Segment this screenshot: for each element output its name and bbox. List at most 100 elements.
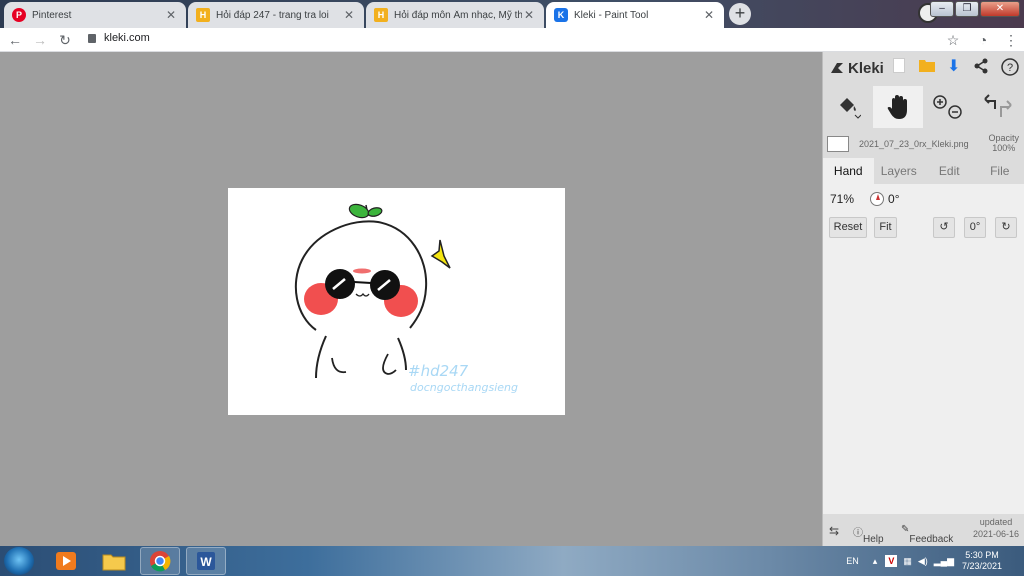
rotate-right-button[interactable]: ↻: [995, 217, 1017, 238]
tray-expand-icon[interactable]: ▴: [873, 556, 878, 567]
hoidap-icon: H: [374, 8, 388, 22]
new-file-icon[interactable]: [893, 58, 905, 78]
hand-tool[interactable]: [873, 86, 923, 128]
pinterest-icon: P: [12, 8, 26, 22]
lock-icon: [88, 33, 96, 43]
opacity-value: 100%: [992, 143, 1016, 153]
svg-text:?: ?: [1007, 62, 1013, 74]
kleki-logo-icon: [831, 63, 843, 73]
compass-icon[interactable]: [870, 192, 885, 206]
forward-icon[interactable]: →: [31, 31, 49, 49]
watermark-line1: #hd247: [408, 362, 469, 380]
tab-title: Pinterest: [32, 9, 72, 21]
menu-icon[interactable]: ⋮: [1002, 31, 1020, 49]
paint-bucket-icon: [840, 98, 861, 119]
body-left: [315, 335, 327, 379]
panel-tabs: Hand Layers Edit File: [823, 158, 1024, 184]
new-tab-button[interactable]: +: [729, 3, 751, 25]
layer-file-row[interactable]: 2021_07_23_0rx_Kleki.png Opacity 100%: [823, 132, 1024, 158]
close-icon[interactable]: ✕: [702, 8, 716, 22]
open-folder-icon[interactable]: [919, 58, 935, 77]
tab-layers[interactable]: Layers: [874, 158, 925, 184]
minimize-icon[interactable]: –: [930, 1, 954, 17]
url-text: kleki.com: [104, 32, 150, 44]
volume-icon[interactable]: ◀): [918, 556, 928, 567]
rotation-value: 0°: [888, 192, 900, 206]
layer-thumbnail[interactable]: [827, 136, 849, 152]
tab-hoidap-247[interactable]: H Hỏi đáp 247 - trang tra loi ✕: [188, 2, 364, 28]
window-close-icon[interactable]: ✕: [980, 1, 1020, 17]
back-icon[interactable]: ←: [6, 31, 24, 49]
tool-row: [823, 86, 1024, 128]
tab-title: Hỏi đáp môn Âm nhạc, Mỹ thuật: [394, 9, 522, 21]
file-name: 2021_07_23_0rx_Kleki.png: [859, 139, 969, 149]
feedback-link[interactable]: ✎ Feedback: [901, 524, 953, 545]
tab-hand[interactable]: Hand: [823, 158, 874, 184]
tab-title: Hỏi đáp 247 - trang tra loi: [216, 9, 329, 21]
network-icon[interactable]: ▦: [903, 556, 912, 567]
media-player-icon[interactable]: [46, 547, 86, 575]
bookmark-star-icon[interactable]: ☆: [944, 31, 962, 49]
drawing-canvas[interactable]: #hd247 docngocthangsieng: [228, 188, 565, 415]
sprout-leaf-left: [348, 203, 370, 219]
word-icon[interactable]: W: [186, 547, 226, 575]
tab-hoidap-amnhac[interactable]: H Hỏi đáp môn Âm nhạc, Mỹ thuật ✕: [366, 2, 544, 28]
help-link[interactable]: ⓘ Help: [853, 524, 884, 545]
clock-date: 7/23/2021: [961, 561, 1002, 571]
watermark-line2: docngocthangsieng: [410, 381, 518, 394]
opacity-indicator[interactable]: Opacity 100%: [988, 133, 1019, 153]
reload-icon[interactable]: ↻: [56, 31, 74, 49]
maximize-icon[interactable]: ❐: [955, 1, 979, 17]
sunglass-bridge: [353, 281, 372, 284]
rotate-right-icon: ↻: [1001, 221, 1011, 233]
logo-text: Kleki: [848, 59, 884, 77]
panel-header: Kleki ⬇ ?: [823, 52, 1024, 84]
zoom-rotation-readout: 71% 0°: [830, 192, 900, 206]
undo-redo-icon: [984, 94, 1012, 117]
tab-file[interactable]: File: [975, 158, 1024, 184]
signal-icon[interactable]: ▂▄▆: [934, 556, 954, 567]
sparkle-icon: [430, 239, 451, 269]
svg-text:W: W: [200, 555, 212, 569]
arm-left: [331, 357, 347, 374]
kleki-panel: Kleki ⬇ ? 2021_07_23_0rx_Kleki.png Opaci…: [822, 52, 1024, 546]
clock[interactable]: 5:30 PM 7/23/2021: [962, 550, 1002, 572]
url-field[interactable]: kleki.com: [88, 32, 150, 44]
file-explorer-icon[interactable]: [94, 547, 134, 575]
close-icon[interactable]: ✕: [342, 8, 356, 22]
panel-footer: ⇆ ⓘ Help ✎ Feedback updated 2021-06-16: [823, 514, 1024, 546]
help-label: Help: [863, 534, 884, 545]
fill-tool[interactable]: [823, 86, 873, 128]
close-icon[interactable]: ✕: [164, 8, 178, 22]
download-icon[interactable]: ⬇: [947, 58, 960, 76]
tab-pinterest[interactable]: P Pinterest ✕: [4, 2, 186, 28]
tab-kleki[interactable]: K Kleki - Paint Tool ✕: [546, 2, 724, 28]
share-icon[interactable]: [973, 58, 989, 79]
updated-label: updated: [979, 517, 1013, 527]
zoom-level: 71%: [830, 192, 855, 206]
hand-icon: [887, 95, 907, 119]
help-circle-icon[interactable]: ?: [1001, 58, 1019, 81]
drawing: #hd247 docngocthangsieng: [294, 203, 518, 394]
extension-icon[interactable]: ◔: [974, 31, 992, 49]
canvas-workspace[interactable]: #hd247 docngocthangsieng: [0, 52, 822, 546]
reset-button[interactable]: Reset: [829, 217, 867, 238]
address-bar: ← → ↻ kleki.com ☆ ◔ ⋮: [0, 28, 1024, 52]
opacity-label: Opacity: [988, 133, 1019, 143]
rotate-left-button[interactable]: ↺: [933, 217, 955, 238]
clock-time: 5:30 PM: [965, 550, 999, 560]
hand-panel: 71% 0° Reset Fit ↺ 0° ↻: [823, 184, 1024, 514]
start-button[interactable]: [4, 547, 34, 575]
rotation-reset-button[interactable]: 0°: [964, 217, 986, 238]
swap-sides-icon[interactable]: ⇆: [829, 524, 839, 538]
language-indicator[interactable]: EN: [846, 556, 859, 566]
undo-redo-tool[interactable]: [973, 86, 1023, 128]
tab-edit[interactable]: Edit: [924, 158, 975, 184]
chrome-icon[interactable]: [140, 547, 180, 575]
antivirus-icon[interactable]: V: [885, 555, 898, 567]
close-icon[interactable]: ✕: [522, 8, 536, 22]
zoom-in-out-icon: [933, 95, 962, 119]
zoom-tool[interactable]: [923, 86, 973, 128]
fit-button[interactable]: Fit: [874, 217, 897, 238]
kleki-logo[interactable]: Kleki: [829, 60, 884, 77]
